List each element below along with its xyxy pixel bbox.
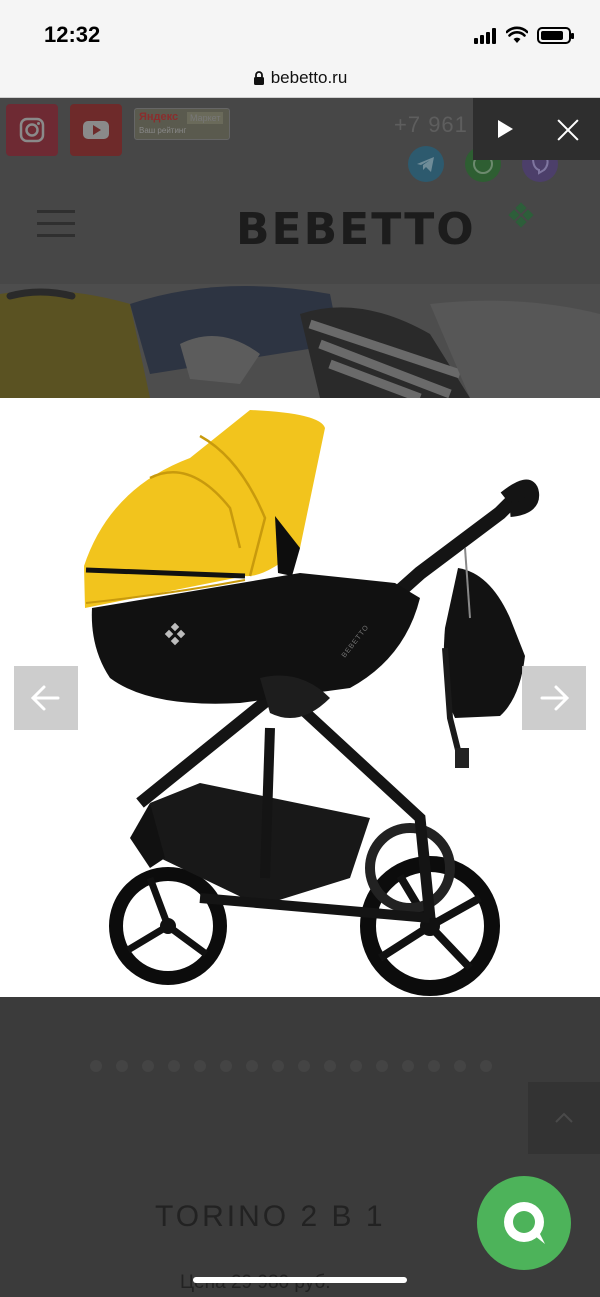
chevron-up-icon (555, 1112, 573, 1123)
yandex-badge-label: Маркет (187, 112, 224, 124)
cellular-signal-icon (474, 28, 498, 44)
chat-bubble-icon (504, 1202, 545, 1244)
product-price: Цена 29 980 руб. (180, 1272, 331, 1294)
carousel-dot[interactable] (168, 1060, 180, 1072)
battery-icon (537, 27, 574, 44)
lightbox-toolbar (473, 98, 600, 160)
home-indicator (193, 1277, 407, 1283)
carousel-dot[interactable] (480, 1060, 492, 1072)
carousel-dot[interactable] (298, 1060, 310, 1072)
status-time: 12:32 (44, 22, 101, 47)
chat-button[interactable] (477, 1176, 571, 1270)
yandex-badge-title: Яндекс (139, 111, 179, 123)
next-image-button[interactable] (522, 666, 586, 730)
telegram-button[interactable] (408, 146, 444, 182)
close-icon[interactable] (556, 118, 580, 142)
carousel-dots (90, 1060, 510, 1074)
scroll-to-top-button[interactable] (528, 1082, 600, 1154)
yandex-market-badge[interactable]: Яндекс Маркет Ваш рейтинг (134, 108, 230, 140)
instagram-button[interactable] (6, 104, 58, 156)
address-bar[interactable]: bebetto.ru (0, 58, 600, 98)
carousel-dot[interactable] (142, 1060, 154, 1072)
carousel-dot[interactable] (90, 1060, 102, 1072)
carousel-dot[interactable] (194, 1060, 206, 1072)
carousel-dot[interactable] (324, 1060, 336, 1072)
arrow-right-icon (540, 685, 570, 711)
yandex-badge-sub: Ваш рейтинг (139, 126, 187, 135)
youtube-icon (83, 121, 109, 139)
youtube-button[interactable] (70, 104, 122, 156)
banner-photo (0, 284, 600, 398)
carousel-dot[interactable] (246, 1060, 258, 1072)
carousel-dot[interactable] (220, 1060, 232, 1072)
previous-image-button[interactable] (14, 666, 78, 730)
carousel-dot[interactable] (350, 1060, 362, 1072)
logo-diamond-icon (508, 202, 534, 228)
lock-icon (253, 70, 264, 85)
product-title: TORINO 2 В 1 (155, 1200, 386, 1233)
wifi-icon (506, 26, 528, 43)
lightbox-product-image: BEBETTO (0, 398, 600, 997)
carousel-dot[interactable] (272, 1060, 284, 1072)
arrow-left-icon (30, 685, 60, 711)
banner-illustration (0, 284, 600, 398)
carousel-dot[interactable] (402, 1060, 414, 1072)
telegram-icon (417, 157, 434, 172)
carousel-dot[interactable] (116, 1060, 128, 1072)
carousel-dot[interactable] (376, 1060, 388, 1072)
slideshow-play-icon[interactable] (498, 120, 513, 138)
status-bar: 12:32 (0, 0, 600, 58)
site-logo[interactable]: BEBETTO (236, 204, 476, 255)
url-text: bebetto.ru (270, 67, 348, 87)
screen: 12:32 bebetto.ru Яндекс Маркет Ваш рейти… (0, 0, 600, 1297)
stroller-illustration (84, 410, 540, 996)
menu-icon[interactable] (37, 210, 75, 238)
carousel-dot[interactable] (454, 1060, 466, 1072)
instagram-icon (19, 117, 45, 143)
carousel-dot[interactable] (428, 1060, 440, 1072)
